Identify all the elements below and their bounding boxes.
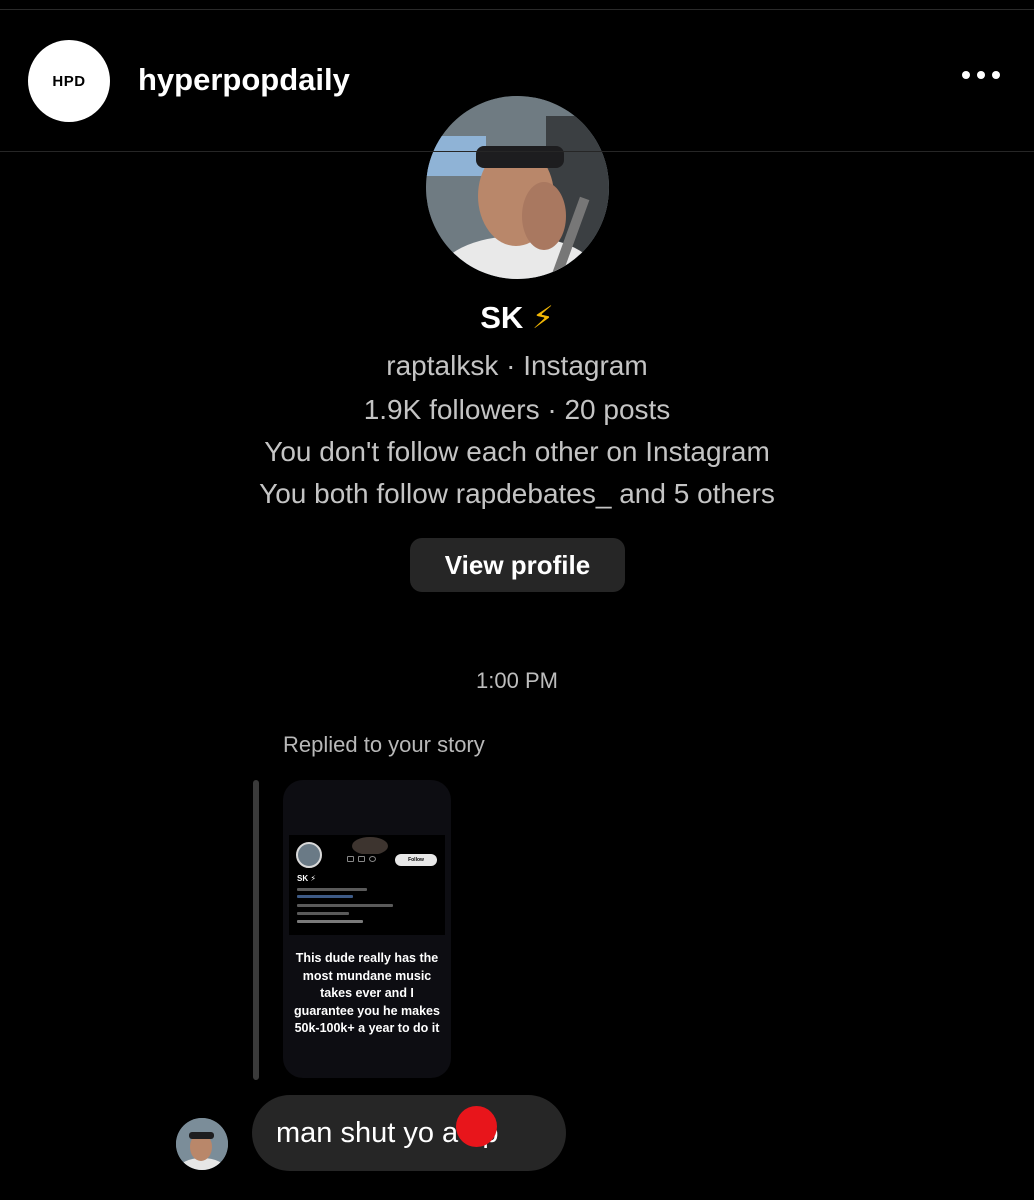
account-name[interactable]: hyperpopdaily: [138, 62, 350, 98]
story-joined-line: [297, 912, 349, 915]
header-divider: [0, 151, 1034, 152]
message-bubble[interactable]: man shut yo a up: [252, 1095, 566, 1171]
follow-status: You don't follow each other on Instagram: [264, 436, 770, 467]
more-options-icon[interactable]: [962, 71, 1000, 79]
story-action-icons: [347, 856, 376, 862]
story-bio-line: [297, 888, 367, 891]
censor-dot-icon: [456, 1106, 497, 1147]
story-banner-figure: [352, 837, 388, 854]
account-avatar[interactable]: HPD: [28, 40, 110, 122]
sender-photo: [176, 1118, 228, 1170]
profile-avatar[interactable]: [426, 96, 609, 279]
story-preview[interactable]: Follow SK ⚡ This dude really has the mos…: [283, 780, 451, 1078]
sender-avatar[interactable]: [176, 1118, 228, 1170]
story-avatar: [296, 842, 322, 868]
profile-stats: 1.9K followers · 20 posts: [363, 394, 671, 425]
story-bio-link: [297, 895, 353, 898]
story-caption: This dude really has the most mundane mu…: [294, 951, 440, 1035]
message-timestamp: 1:00 PM: [476, 668, 558, 693]
profile-photo: [426, 96, 609, 279]
reply-context-label: Replied to your story: [283, 732, 485, 757]
reply-indicator-bar: [253, 780, 259, 1080]
profile-name: SK ⚡: [0, 300, 1034, 336]
profile-name-text: SK: [480, 300, 524, 335]
mutual-followers: You both follow rapdebates_ and 5 others: [259, 478, 775, 509]
lightning-icon: ⚡: [531, 300, 554, 335]
story-meta-line: [297, 904, 393, 907]
logo-text: HPD: [52, 72, 86, 90]
dm-screen: HPD hyperpopdaily SK ⚡ raptalksk · Insta…: [0, 0, 1034, 1200]
profile-handle: raptalksk · Instagram: [386, 350, 648, 381]
story-follow-button: Follow: [395, 854, 437, 866]
story-follow-counts: [297, 920, 363, 923]
view-profile-button[interactable]: View profile: [410, 538, 625, 592]
story-profile-name: SK ⚡: [297, 874, 316, 883]
